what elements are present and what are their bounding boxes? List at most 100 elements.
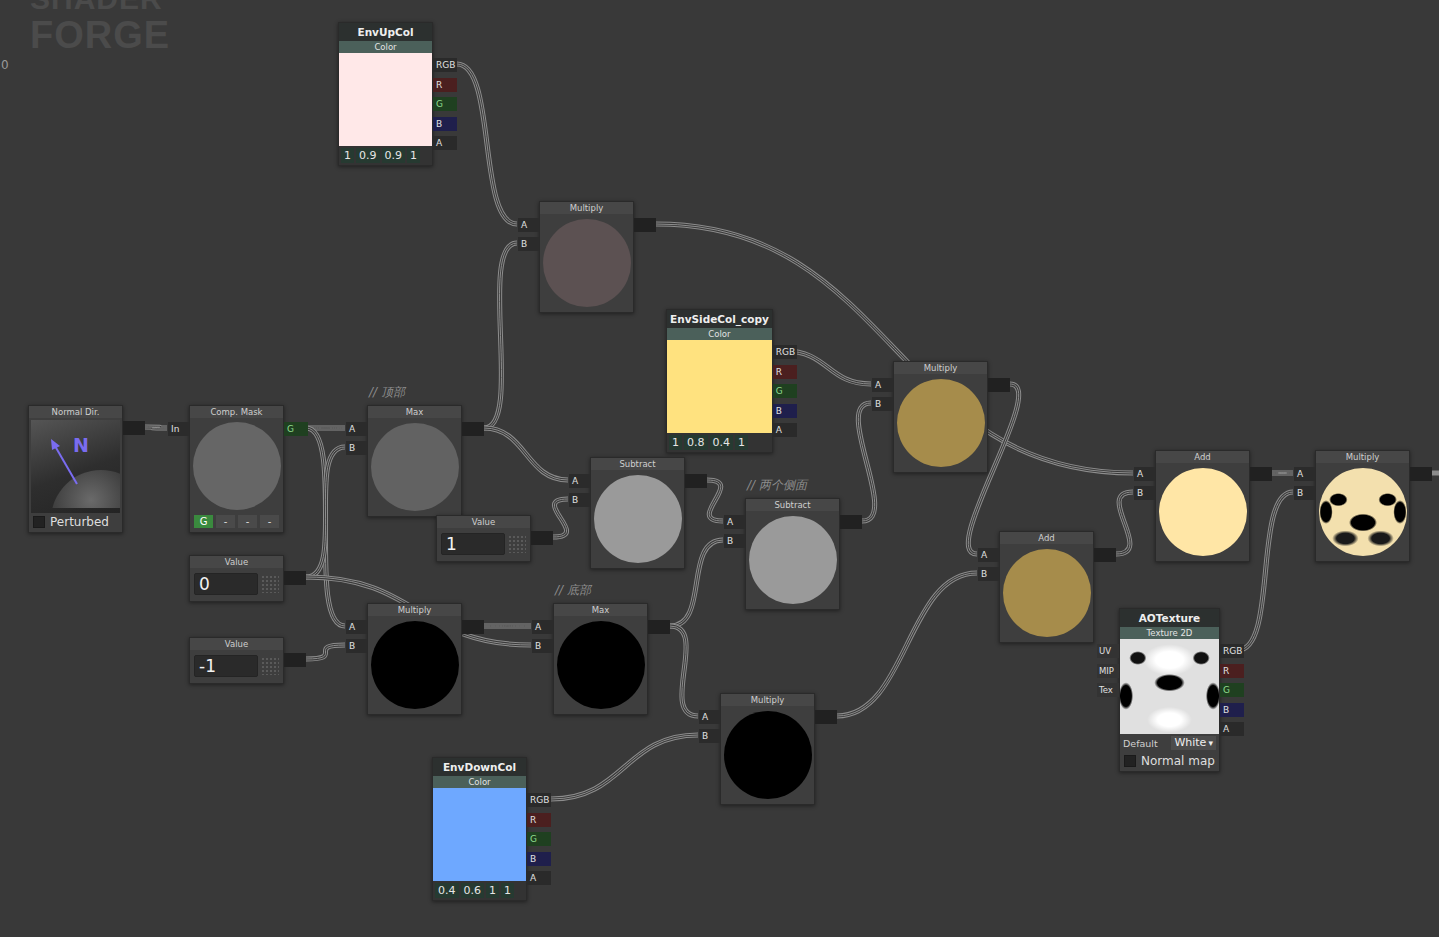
input-port[interactable]: A <box>699 710 720 724</box>
normal-map-option[interactable]: Normal map <box>1120 752 1219 771</box>
input-port[interactable]: B <box>724 534 745 548</box>
drag-grip-icon[interactable] <box>261 575 279 593</box>
input-port[interactable]: MIP <box>1097 664 1119 678</box>
output-port[interactable]: R <box>773 365 797 379</box>
value-node[interactable]: Value 0 <box>189 555 284 602</box>
output-port[interactable]: RGB <box>1220 644 1244 658</box>
channel-button[interactable]: G <box>194 515 213 528</box>
output-port[interactable]: G <box>773 384 797 398</box>
wire[interactable] <box>707 480 723 521</box>
input-port[interactable]: B <box>569 493 590 507</box>
channel-value[interactable]: 0.4 <box>435 883 459 898</box>
perturbed-option[interactable]: Perturbed <box>29 513 122 532</box>
value-field[interactable]: 0 <box>194 573 258 595</box>
input-port[interactable]: A <box>1134 467 1155 481</box>
drag-grip-icon[interactable] <box>261 657 279 675</box>
wire[interactable] <box>306 428 345 626</box>
input-port[interactable]: A <box>978 548 999 562</box>
input-port[interactable]: A <box>569 474 590 488</box>
value-node[interactable]: Value -1 <box>189 637 284 684</box>
op-node[interactable]: Subtract AB <box>590 457 685 569</box>
normal-node[interactable]: Normal Dir. N Perturbed <box>28 405 123 533</box>
op-node[interactable]: Multiply AB <box>367 603 462 715</box>
channel-value[interactable]: 0.8 <box>684 435 708 450</box>
value-field[interactable]: -1 <box>194 655 258 677</box>
channel-button[interactable]: - <box>238 515 257 528</box>
channel-value[interactable]: 0.9 <box>356 148 380 163</box>
drag-grip-icon[interactable] <box>508 535 526 553</box>
channel-value[interactable]: 0.6 <box>461 883 485 898</box>
output-port[interactable] <box>1250 467 1272 481</box>
output-port[interactable]: B <box>1220 703 1244 717</box>
input-port[interactable]: A <box>872 378 893 392</box>
output-port[interactable]: A <box>527 871 551 885</box>
output-port[interactable]: R <box>527 813 551 827</box>
input-port[interactable]: A <box>1294 467 1315 481</box>
wire[interactable] <box>670 626 698 716</box>
wire[interactable] <box>484 243 517 428</box>
node-canvas[interactable]: SHADER FORGE 0 EnvUpCol Color 10.90.91 R… <box>0 0 1439 937</box>
channel-value[interactable]: 1 <box>501 883 514 898</box>
checkbox[interactable] <box>1124 755 1136 767</box>
mapped-node[interactable]: Multiply AB <box>1315 450 1410 562</box>
wire[interactable] <box>837 573 977 716</box>
checkbox[interactable] <box>33 516 45 528</box>
output-port[interactable] <box>123 421 145 435</box>
value-node[interactable]: Value 1 <box>436 515 531 562</box>
output-port[interactable]: RGB <box>773 345 797 359</box>
wire[interactable] <box>306 645 345 659</box>
input-port[interactable]: A <box>346 620 367 634</box>
color-swatch[interactable] <box>667 340 772 433</box>
wire[interactable] <box>306 447 345 577</box>
output-port[interactable] <box>815 710 837 724</box>
mask-node[interactable]: Comp. Mask G--- In G <box>189 405 284 533</box>
op-node[interactable]: Multiply AB <box>893 361 988 473</box>
channel-button[interactable]: - <box>260 515 279 528</box>
wire[interactable] <box>1272 473 1293 474</box>
output-port[interactable]: RGB <box>527 793 551 807</box>
output-port[interactable]: G <box>433 97 457 111</box>
input-port[interactable]: B <box>518 237 539 251</box>
color-swatch[interactable] <box>339 53 432 146</box>
op-node[interactable]: Max AB <box>553 603 648 715</box>
input-port[interactable]: B <box>978 567 999 581</box>
output-port[interactable] <box>988 378 1010 392</box>
output-port[interactable]: R <box>1220 664 1244 678</box>
output-port[interactable] <box>462 422 484 436</box>
wire[interactable] <box>484 428 568 480</box>
channel-value[interactable]: 1 <box>407 148 420 163</box>
channel-button[interactable]: - <box>216 515 235 528</box>
output-port[interactable] <box>531 531 553 545</box>
op-node[interactable]: Subtract AB <box>745 498 840 610</box>
wire[interactable] <box>145 427 167 428</box>
channel-value[interactable]: 1 <box>735 435 748 450</box>
output-port[interactable] <box>840 515 862 529</box>
output-port[interactable]: A <box>433 136 457 150</box>
input-port[interactable]: B <box>346 441 367 455</box>
output-port[interactable] <box>1410 467 1432 481</box>
input-port[interactable]: B <box>532 639 553 653</box>
input-port[interactable]: UV <box>1097 644 1119 658</box>
color-node[interactable]: EnvDownCol Color 0.40.611 RGBRGBA <box>432 757 527 901</box>
op-node[interactable]: Add AB <box>999 531 1094 643</box>
output-port[interactable]: R <box>433 78 457 92</box>
input-port[interactable]: Tex <box>1097 683 1119 697</box>
channel-value[interactable]: 1 <box>669 435 682 450</box>
output-port[interactable] <box>462 620 484 634</box>
output-port[interactable]: G <box>284 422 308 436</box>
channel-value[interactable]: 0.4 <box>710 435 734 450</box>
wire[interactable] <box>484 626 531 627</box>
wire[interactable] <box>551 735 698 799</box>
channel-value[interactable]: 1 <box>486 883 499 898</box>
output-port[interactable]: B <box>527 852 551 866</box>
input-port[interactable]: A <box>724 515 745 529</box>
input-port[interactable]: B <box>346 639 367 653</box>
output-port[interactable]: G <box>1220 683 1244 697</box>
color-swatch[interactable] <box>433 788 526 881</box>
output-port[interactable]: B <box>433 117 457 131</box>
wire[interactable] <box>858 403 874 521</box>
color-node[interactable]: EnvUpCol Color 10.90.91 RGBRGBA <box>338 22 433 166</box>
output-port[interactable]: A <box>773 423 797 437</box>
input-port[interactable]: B <box>699 729 720 743</box>
input-port[interactable]: A <box>346 422 367 436</box>
